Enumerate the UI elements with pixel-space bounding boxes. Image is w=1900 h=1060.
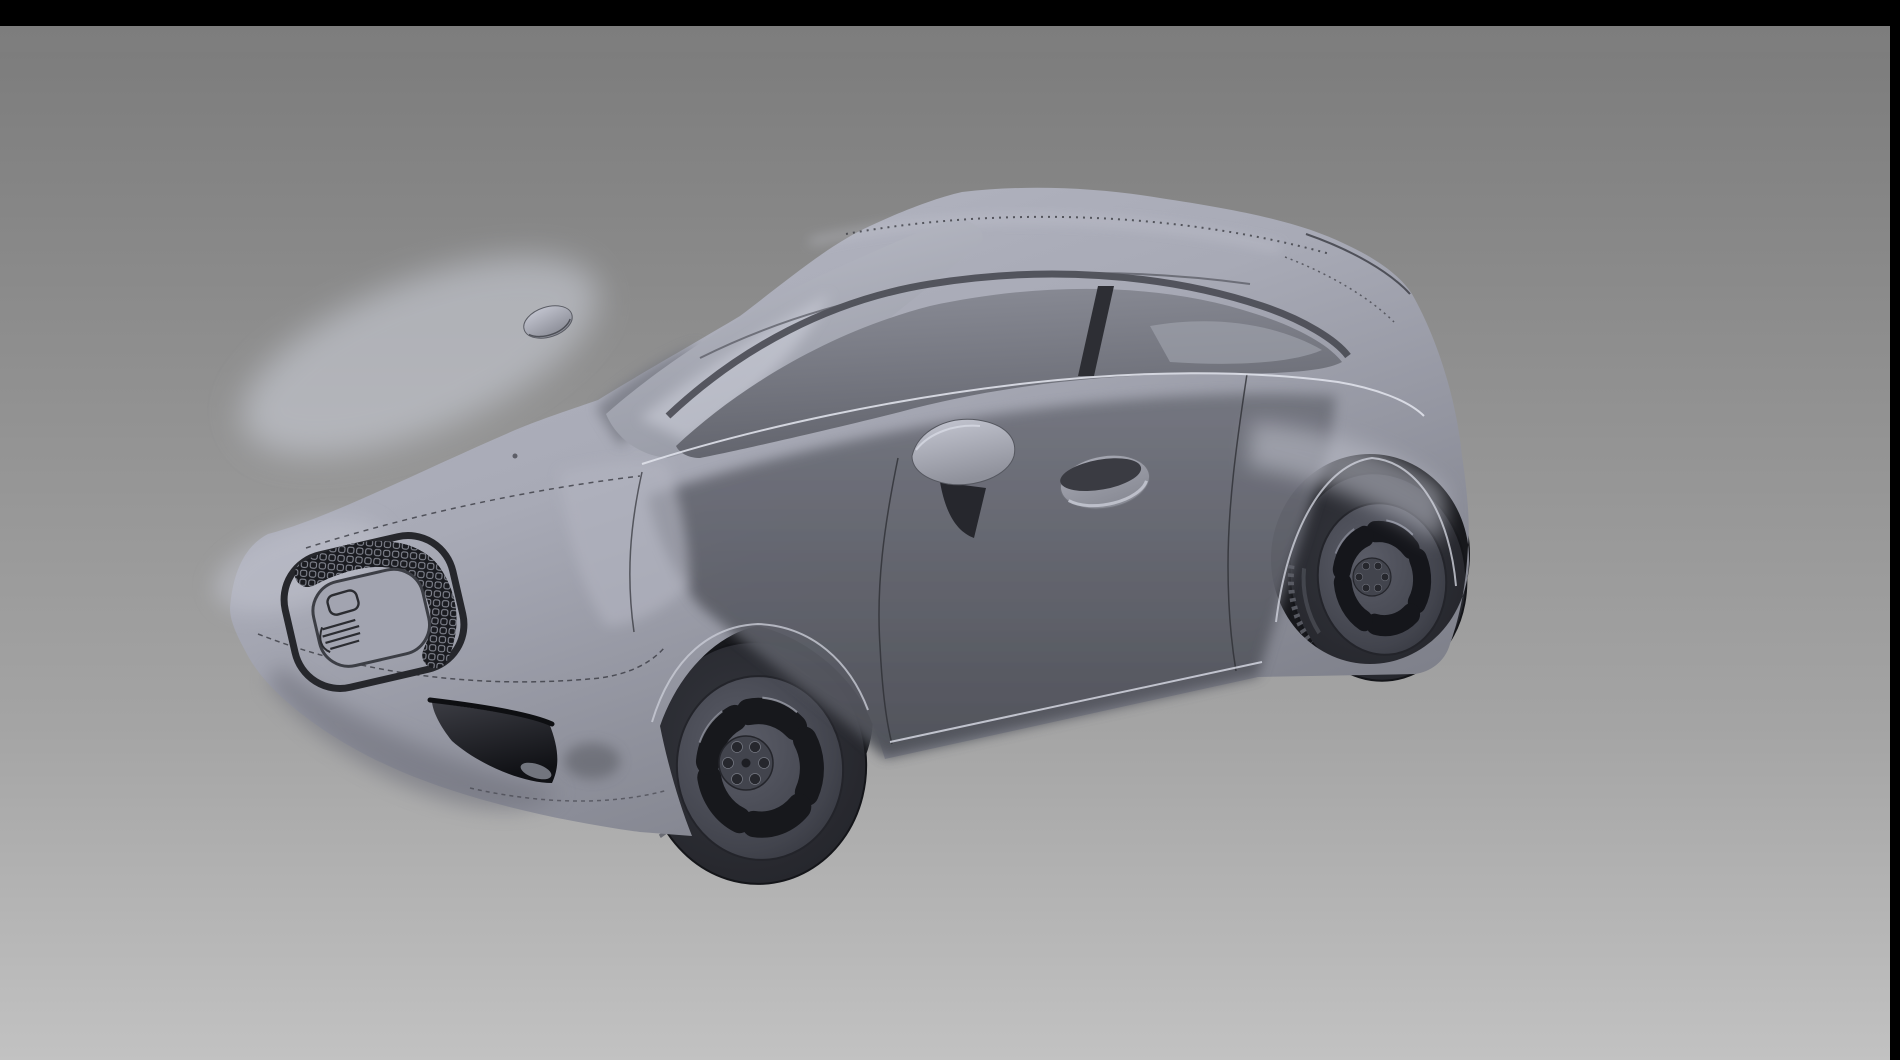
3d-viewport[interactable] <box>0 26 1890 1060</box>
window-top-bar <box>0 0 1900 26</box>
application-window <box>0 0 1900 1060</box>
window-side-bar <box>1890 0 1900 1060</box>
hood-speck <box>513 454 518 459</box>
car-3d-model <box>0 26 1900 1060</box>
